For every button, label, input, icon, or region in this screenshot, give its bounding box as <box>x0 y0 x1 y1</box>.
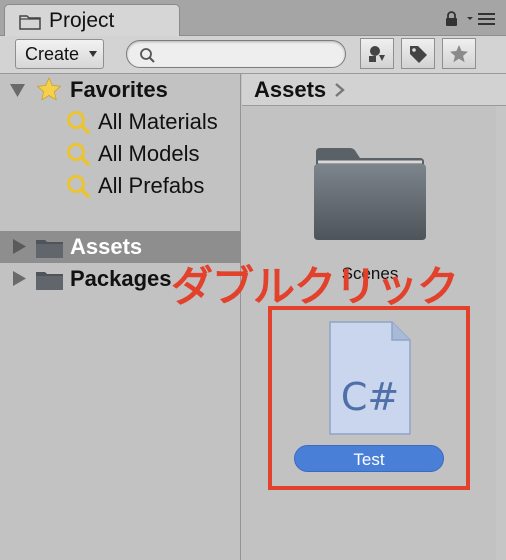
tree-item-favorites[interactable]: Favorites <box>0 74 241 106</box>
tree-item-label: All Prefabs <box>98 173 205 198</box>
star-icon <box>450 44 468 62</box>
window-tab-bar: Project <box>0 0 506 37</box>
project-toolbar: Create <box>0 36 506 74</box>
search-input[interactable] <box>159 43 337 65</box>
star-icon <box>36 77 62 101</box>
search-field[interactable] <box>126 40 346 68</box>
tree-item-all-materials[interactable]: All Materials <box>0 106 241 138</box>
window-menu-icon[interactable] <box>466 12 496 26</box>
tree-item-label: All Materials <box>98 109 218 134</box>
expanded-arrow-icon[interactable] <box>10 83 25 98</box>
search-icon <box>67 175 91 199</box>
annotation-text: ダブルクリック <box>171 262 459 311</box>
search-icon <box>67 143 91 167</box>
collapsed-arrow-icon[interactable] <box>12 271 27 286</box>
folder-icon <box>36 240 63 258</box>
favorites-button[interactable] <box>442 38 476 69</box>
tree-item-label: Assets <box>70 234 143 259</box>
search-icon <box>140 48 155 63</box>
tree-item-label: Packages <box>70 266 172 291</box>
search-icon <box>67 111 91 135</box>
highlight-box <box>268 306 470 490</box>
breadcrumb: Assets <box>242 74 506 106</box>
folder-tree-pane: Favorites All Materials All Models All P… <box>0 74 241 560</box>
tab-title: Project <box>49 9 115 32</box>
chevron-right-icon <box>335 82 346 97</box>
favorites-label: Favorites <box>70 77 168 102</box>
type-filter-icon <box>369 45 385 62</box>
tag-icon <box>410 45 427 63</box>
folder-icon[interactable] <box>312 146 428 242</box>
scrollbar[interactable] <box>496 106 506 560</box>
collapsed-arrow-icon[interactable] <box>12 239 27 254</box>
search-by-type-button[interactable] <box>360 38 394 69</box>
search-by-label-button[interactable] <box>401 38 435 69</box>
tree-item-label: All Models <box>98 141 200 166</box>
lock-icon[interactable] <box>445 11 458 27</box>
project-tab[interactable]: Project <box>4 4 180 37</box>
breadcrumb-assets[interactable]: Assets <box>254 77 326 103</box>
create-button-label: Create <box>25 43 80 64</box>
caret-down-icon <box>89 51 97 57</box>
create-button[interactable]: Create <box>15 39 104 69</box>
folder-icon <box>19 14 41 30</box>
tree-item-all-prefabs[interactable]: All Prefabs <box>0 170 241 202</box>
tree-item-all-models[interactable]: All Models <box>0 138 241 170</box>
folder-icon <box>36 272 63 290</box>
